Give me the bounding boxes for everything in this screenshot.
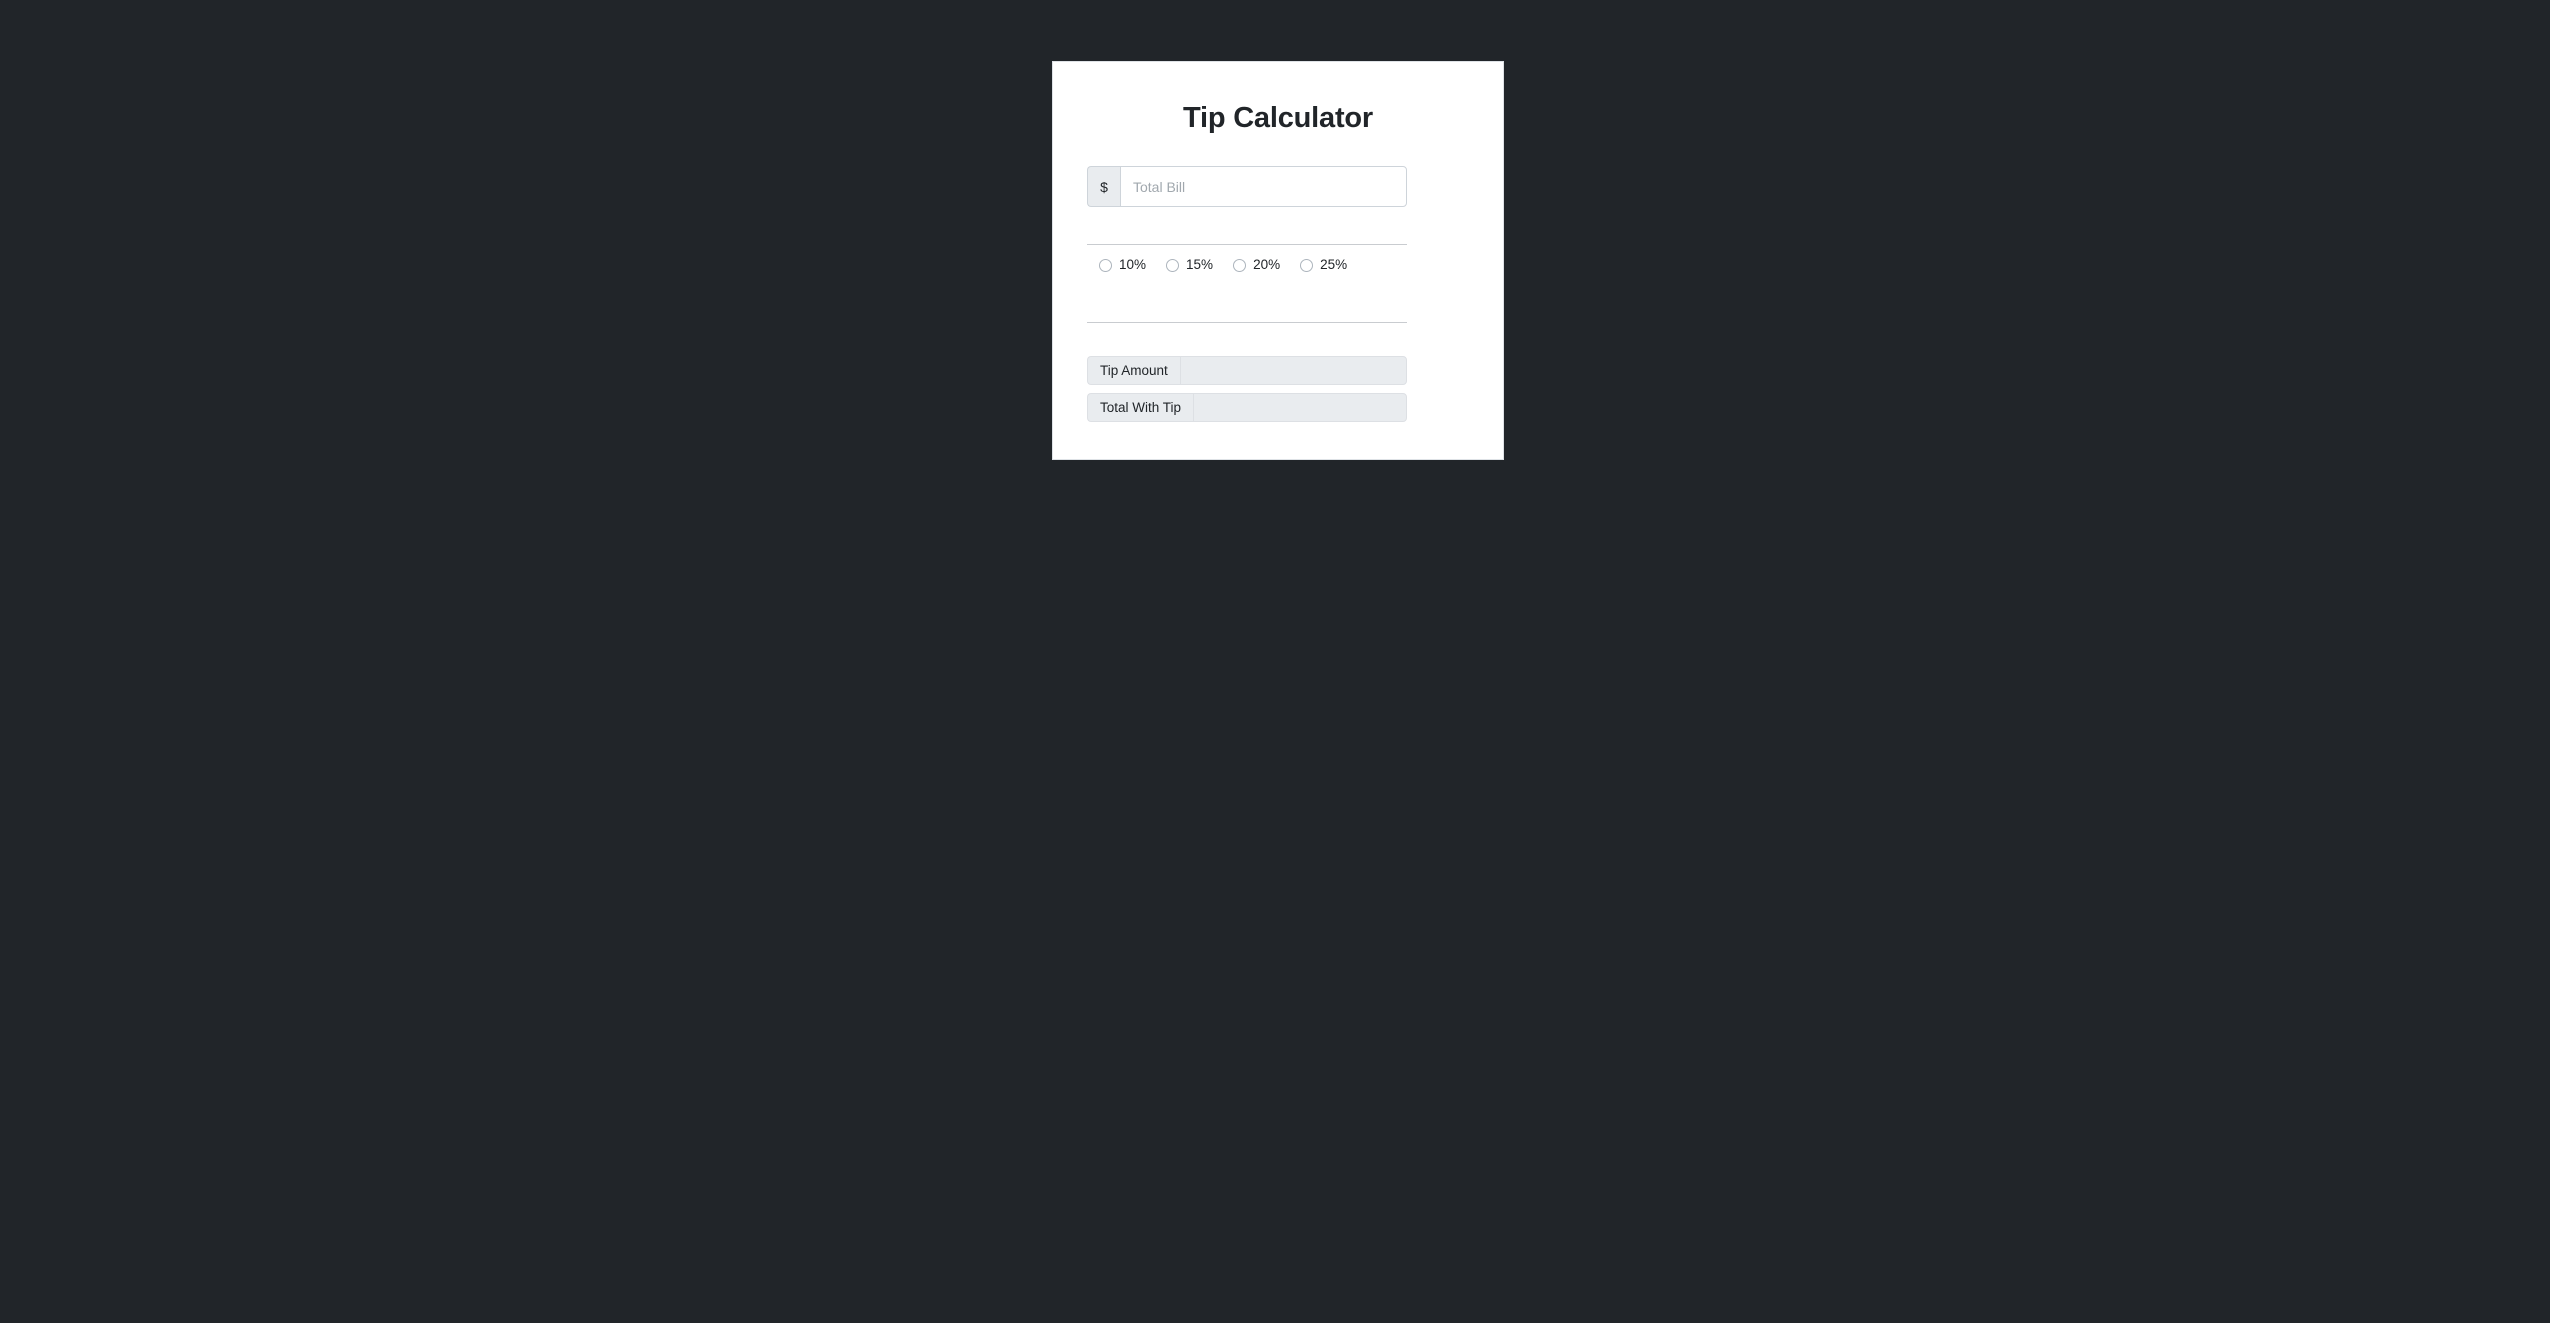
radio-icon[interactable]	[1099, 258, 1112, 272]
tip-amount-row: Tip Amount	[1087, 356, 1407, 385]
total-bill-input-group: $	[1087, 166, 1407, 207]
total-with-tip-label: Total With Tip	[1087, 393, 1194, 422]
radio-icon[interactable]	[1166, 258, 1180, 272]
radio-icon[interactable]	[1300, 258, 1314, 272]
total-with-tip-output[interactable]	[1193, 393, 1407, 422]
tip-percentage-radio-group: 10% 15% 20% 25%	[1087, 245, 1407, 285]
tip-option-20[interactable]: 20%	[1233, 257, 1280, 273]
tip-option-label: 20%	[1253, 257, 1281, 272]
tip-option-label: 15%	[1186, 257, 1214, 272]
total-bill-input[interactable]	[1120, 166, 1407, 207]
total-with-tip-row: Total With Tip	[1087, 393, 1407, 422]
tip-option-label: 25%	[1320, 257, 1348, 272]
tip-amount-label: Tip Amount	[1087, 356, 1180, 385]
divider-below-tip-options	[1087, 322, 1407, 323]
radio-icon[interactable]	[1233, 258, 1247, 272]
tip-amount-output[interactable]	[1179, 356, 1407, 385]
tip-option-15[interactable]: 15%	[1166, 257, 1213, 273]
page-background: Tip Calculator $ 10% 15% 20% 25%	[0, 0, 2550, 1323]
tip-calculator-card: Tip Calculator $ 10% 15% 20% 25%	[1052, 61, 1504, 460]
tip-option-10[interactable]: 10%	[1099, 257, 1146, 273]
tip-option-label: 10%	[1119, 257, 1147, 272]
page-title: Tip Calculator	[1182, 102, 1374, 134]
results-section: Tip Amount Total With Tip	[1087, 356, 1469, 422]
currency-symbol-addon: $	[1087, 166, 1120, 207]
tip-option-25[interactable]: 25%	[1300, 257, 1347, 273]
